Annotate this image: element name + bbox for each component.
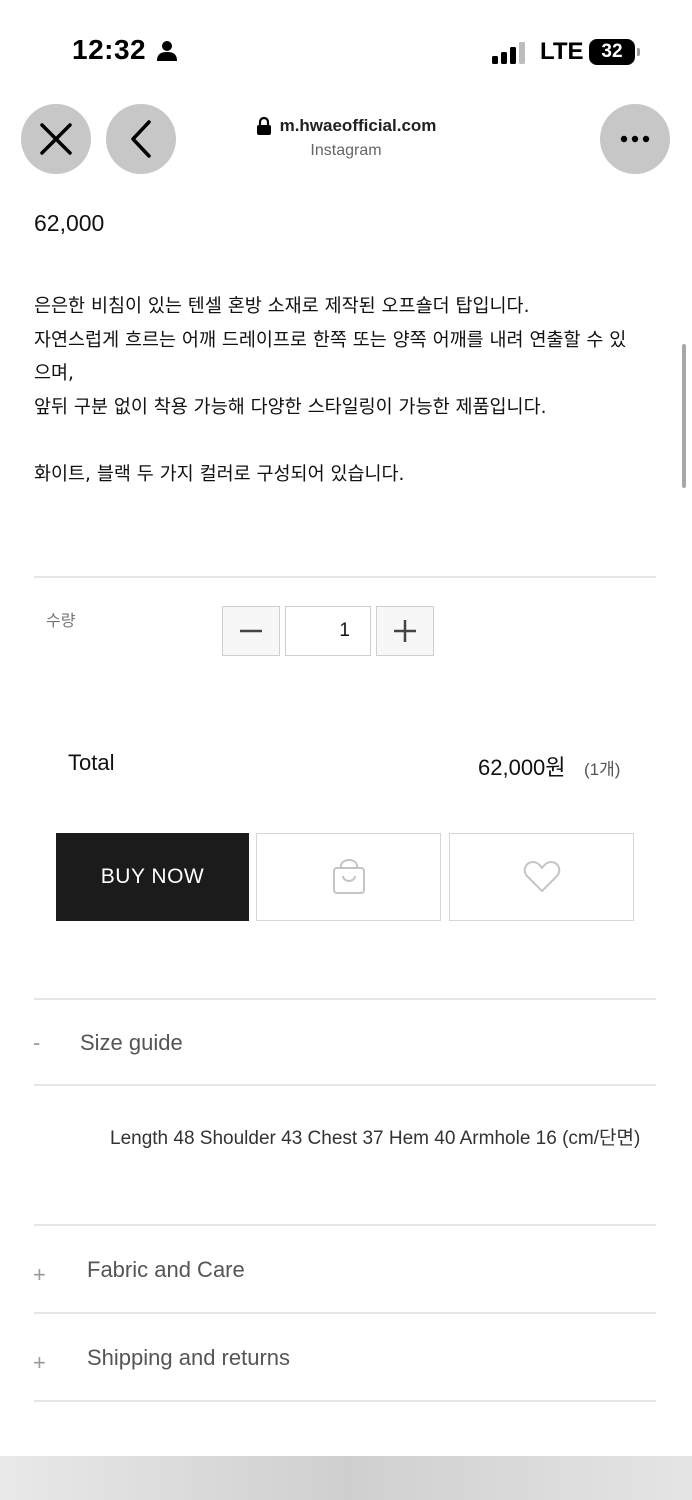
shipping-returns-header[interactable]: Shipping and returns — [87, 1345, 290, 1371]
shipping-toggle-icon[interactable]: + — [33, 1350, 46, 1376]
quantity-increase-button[interactable] — [376, 606, 434, 656]
description-line: 은은한 비침이 있는 텐셀 혼방 소재로 제작된 오프숄더 탑입니다. — [34, 296, 530, 317]
status-time: 12:32 — [72, 34, 147, 65]
size-guide-toggle-icon[interactable]: - — [33, 1030, 40, 1056]
close-icon — [40, 123, 72, 155]
person-icon — [157, 41, 177, 61]
product-description: 은은한 비침이 있는 텐셀 혼방 소재로 제작된 오프숄더 탑입니다. 자연스럽… — [34, 290, 660, 491]
quantity-label: 수량 — [46, 611, 76, 630]
quantity-input[interactable]: 1 — [285, 606, 371, 656]
buy-now-button[interactable]: BUY NOW — [56, 833, 249, 921]
divider — [34, 1224, 656, 1226]
total-price: 62,000원 — [478, 755, 566, 780]
quantity-decrease-button[interactable] — [222, 606, 280, 656]
description-line: 자연스럽게 흐르는 어깨 드레이프로 한쪽 또는 양쪽 어깨를 내려 연출할 수… — [34, 329, 627, 351]
lock-icon — [256, 116, 271, 135]
shopping-bag-icon — [332, 859, 365, 894]
divider — [34, 1312, 656, 1314]
size-guide-header[interactable]: Size guide — [80, 1030, 183, 1056]
address-bar[interactable]: m.hwaeofficial.com Instagram — [200, 116, 492, 160]
divider — [34, 1084, 656, 1086]
product-price: 62,000 — [34, 210, 105, 236]
back-button[interactable] — [106, 104, 176, 174]
fabric-care-header[interactable]: Fabric and Care — [87, 1257, 245, 1283]
heart-icon — [523, 861, 560, 892]
status-bar: 12:32 LTE 32 — [0, 0, 692, 100]
minus-icon — [240, 629, 262, 633]
divider — [34, 1400, 656, 1402]
url-text: m.hwaeofficial.com — [279, 116, 437, 135]
description-line: 앞뒤 구분 없이 착용 가능해 다양한 스타일링이 가능한 제품입니다. — [34, 396, 547, 418]
size-guide-content: Length 48 Shoulder 43 Chest 37 Hem 40 Ar… — [110, 1128, 641, 1149]
divider — [34, 576, 656, 578]
cellular-signal-icon — [492, 42, 525, 64]
description-line: 화이트, 블랙 두 가지 컬러로 구성되어 있습니다. — [34, 463, 405, 485]
ellipsis-icon — [620, 135, 650, 143]
chevron-left-icon — [131, 120, 151, 158]
wishlist-button[interactable] — [449, 833, 634, 921]
more-button[interactable] — [600, 104, 670, 174]
scrollbar[interactable] — [682, 344, 686, 488]
battery-indicator: 32 — [589, 39, 640, 65]
description-line — [34, 424, 660, 458]
total-count: (1개) — [584, 760, 621, 779]
divider — [34, 998, 656, 1000]
plus-icon — [394, 620, 416, 642]
total-label: Total — [68, 750, 115, 775]
bottom-toolbar — [0, 1456, 692, 1500]
add-to-cart-button[interactable] — [256, 833, 441, 921]
description-line: 으며, — [34, 363, 74, 384]
close-button[interactable] — [21, 104, 91, 174]
network-label: LTE — [540, 38, 584, 65]
url-source: Instagram — [310, 142, 382, 159]
fabric-toggle-icon[interactable]: + — [33, 1262, 46, 1288]
